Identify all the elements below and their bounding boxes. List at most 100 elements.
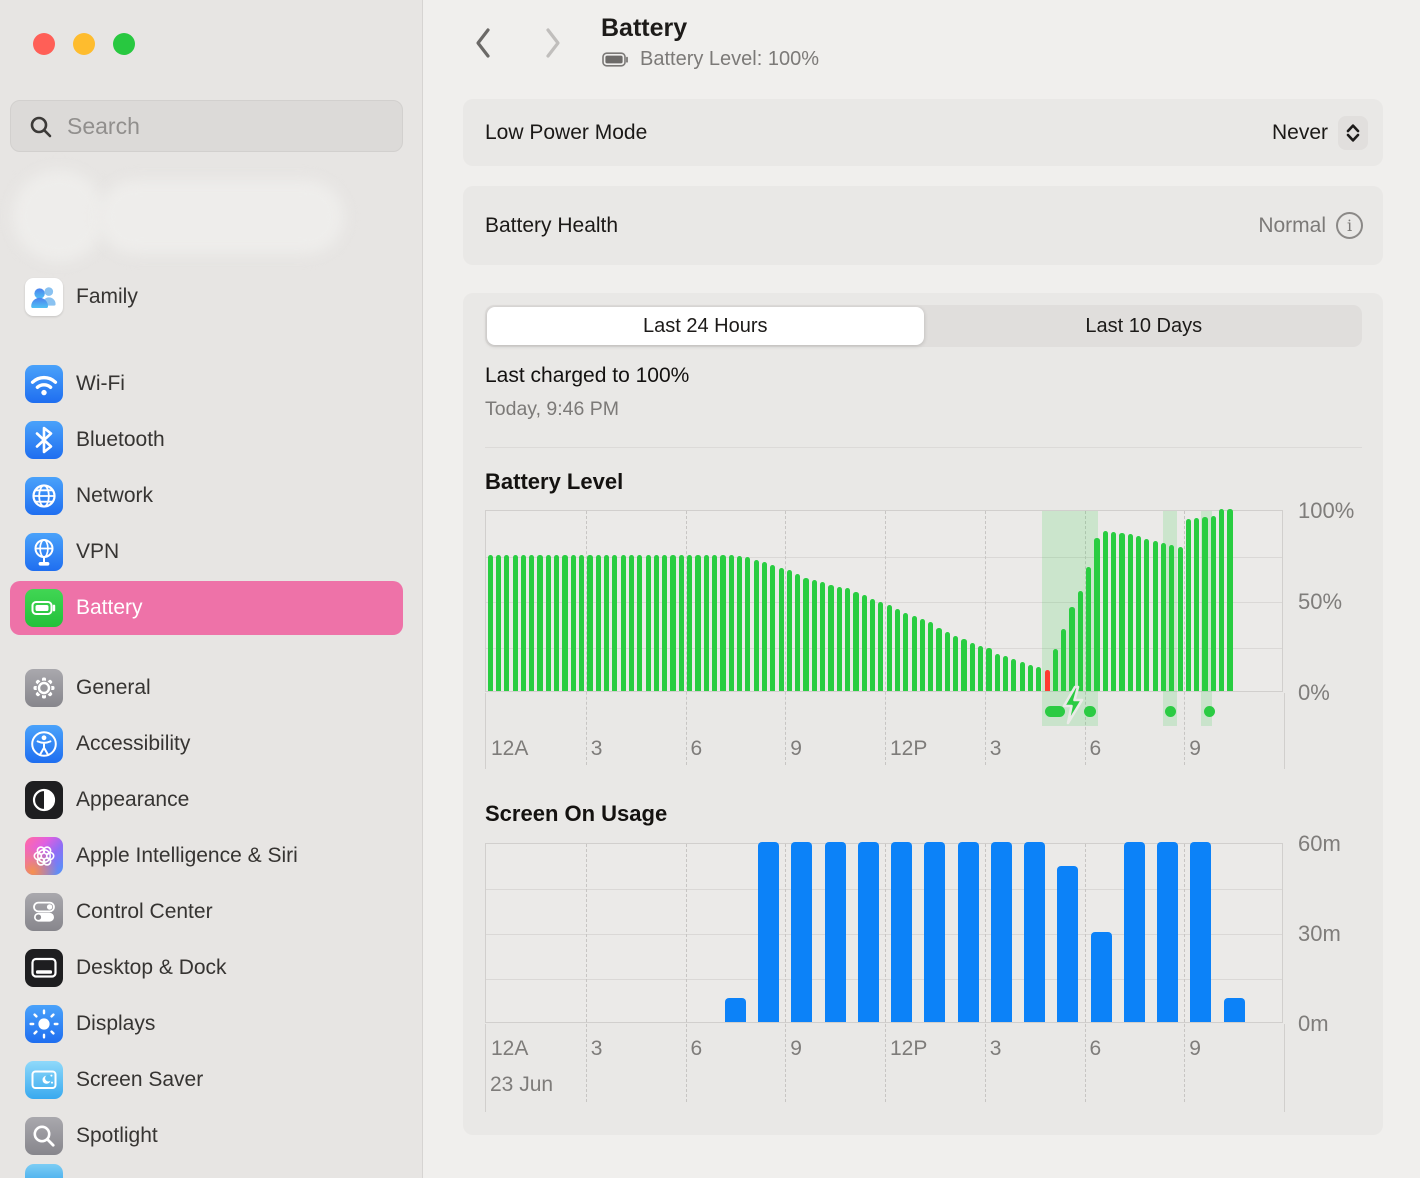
y-tick-label: 0m bbox=[1298, 1011, 1329, 1037]
chart-bar bbox=[1136, 536, 1141, 691]
chart-bar bbox=[878, 602, 883, 691]
chart-bar bbox=[895, 609, 900, 691]
sidebar-item-bluetooth[interactable]: Bluetooth bbox=[10, 413, 403, 467]
sidebar-item-label: Spotlight bbox=[76, 1124, 158, 1148]
chart-bar bbox=[654, 555, 659, 692]
chevron-left-icon bbox=[472, 26, 494, 60]
chart-bar bbox=[1186, 519, 1191, 691]
chart-bar bbox=[1169, 545, 1174, 691]
chart-bar bbox=[936, 628, 941, 691]
sidebar-item-wifi[interactable]: Wi-Fi bbox=[10, 357, 403, 411]
x-tick-label: 6 bbox=[1090, 1037, 1102, 1061]
sidebar-item-control-center[interactable]: Control Center bbox=[10, 885, 403, 939]
x-tick-label: 12P bbox=[890, 737, 927, 761]
axis-extension-line bbox=[485, 1024, 486, 1112]
accessibility-icon bbox=[25, 725, 63, 763]
chart-bar bbox=[687, 555, 692, 692]
battery-health-row: Battery Health Normal i bbox=[463, 186, 1383, 265]
search-field[interactable] bbox=[10, 100, 403, 152]
low-power-mode-dropdown[interactable] bbox=[1338, 116, 1368, 150]
sidebar-item-accessibility[interactable]: Accessibility bbox=[10, 717, 403, 771]
date-label: 23 Jun bbox=[490, 1073, 553, 1097]
sidebar-item-spotlight[interactable]: Spotlight bbox=[10, 1109, 403, 1163]
x-tick-label: 9 bbox=[1189, 1037, 1201, 1061]
screen-on-usage-chart-title: Screen On Usage bbox=[485, 801, 667, 827]
chart-bar bbox=[712, 555, 717, 692]
x-tick-label: 6 bbox=[691, 1037, 703, 1061]
sidebar-item-family[interactable]: Family bbox=[10, 270, 403, 324]
forward-button[interactable] bbox=[538, 24, 568, 62]
chart-bar bbox=[912, 616, 917, 691]
chart-bar bbox=[920, 619, 925, 691]
chart-bar bbox=[903, 613, 908, 691]
chart-bar bbox=[496, 555, 501, 692]
traffic-lights bbox=[33, 33, 135, 55]
ai-siri-icon bbox=[25, 837, 63, 875]
search-input[interactable] bbox=[11, 101, 402, 151]
chart-bar bbox=[1069, 607, 1074, 691]
sidebar-item-displays[interactable]: Displays bbox=[10, 997, 403, 1051]
close-window-button[interactable] bbox=[33, 33, 55, 55]
chart-bar bbox=[679, 555, 684, 692]
chart-bar bbox=[554, 555, 559, 692]
minimize-window-button[interactable] bbox=[73, 33, 95, 55]
back-button[interactable] bbox=[468, 24, 498, 62]
chart-bar bbox=[695, 555, 700, 692]
chart-bar bbox=[745, 557, 750, 691]
charge-pill bbox=[1165, 706, 1176, 717]
chart-bar bbox=[521, 555, 526, 692]
x-tick-label: 6 bbox=[691, 737, 703, 761]
sidebar-item-appearance[interactable]: Appearance bbox=[10, 773, 403, 827]
sidebar-item-general[interactable]: General bbox=[10, 661, 403, 715]
chart-bar bbox=[858, 842, 879, 1022]
info-icon[interactable]: i bbox=[1336, 212, 1363, 239]
chart-bar bbox=[1157, 842, 1178, 1022]
chart-bar bbox=[986, 648, 991, 691]
appearance-icon bbox=[25, 781, 63, 819]
chart-bar bbox=[845, 588, 850, 691]
sidebar-item-apple-intelligence-siri[interactable]: Apple Intelligence & Siri bbox=[10, 829, 403, 883]
chart-bar bbox=[825, 842, 846, 1022]
sidebar-item-battery[interactable]: Battery bbox=[10, 581, 403, 635]
y-tick-label: 100% bbox=[1298, 498, 1354, 524]
zoom-window-button[interactable] bbox=[113, 33, 135, 55]
chart-bar bbox=[924, 842, 945, 1022]
sidebar-item-desktop-dock[interactable]: Desktop & Dock bbox=[10, 941, 403, 995]
vpn-globe-icon bbox=[25, 533, 63, 571]
x-tick-label: 6 bbox=[1090, 737, 1102, 761]
sidebar-item-partial-icon[interactable] bbox=[25, 1164, 63, 1178]
chart-bar bbox=[1124, 842, 1145, 1022]
chart-bar bbox=[978, 646, 983, 691]
chart-bar bbox=[1202, 517, 1207, 691]
chart-bar bbox=[596, 555, 601, 692]
last-charged-title: Last charged to 100% bbox=[485, 364, 689, 388]
chart-bar bbox=[758, 842, 779, 1022]
y-tick-label: 60m bbox=[1298, 831, 1341, 857]
x-tick-label: 12A bbox=[491, 737, 528, 761]
chart-bar bbox=[870, 599, 875, 691]
chart-bar bbox=[504, 555, 509, 692]
globe-icon bbox=[25, 477, 63, 515]
tab-last-10-days[interactable]: Last 10 Days bbox=[926, 305, 1363, 347]
grid-line bbox=[885, 844, 886, 1102]
page-title: Battery bbox=[601, 14, 687, 43]
sidebar-item-label: General bbox=[76, 676, 151, 700]
sidebar-item-network[interactable]: Network bbox=[10, 469, 403, 523]
chart-bar bbox=[579, 555, 584, 692]
sidebar-item-vpn[interactable]: VPN bbox=[10, 525, 403, 579]
tab-last-24-hours[interactable]: Last 24 Hours bbox=[487, 307, 924, 345]
y-tick-label: 0% bbox=[1298, 680, 1330, 706]
user-avatar-blurred[interactable] bbox=[12, 170, 106, 262]
chart-bar bbox=[537, 555, 542, 692]
chart-bar bbox=[1094, 538, 1099, 691]
chart-bar bbox=[770, 565, 775, 691]
chart-bar bbox=[958, 842, 979, 1022]
sidebar-item-label: Battery bbox=[76, 596, 143, 620]
chart-bar bbox=[562, 555, 567, 692]
chart-bar bbox=[812, 580, 817, 691]
sidebar: Family Wi-Fi Bluetooth bbox=[0, 0, 423, 1178]
chart-bar bbox=[1194, 518, 1199, 691]
chart-bar bbox=[1227, 509, 1232, 691]
sidebar-item-screen-saver[interactable]: Screen Saver bbox=[10, 1053, 403, 1107]
grid-line bbox=[586, 844, 587, 1102]
